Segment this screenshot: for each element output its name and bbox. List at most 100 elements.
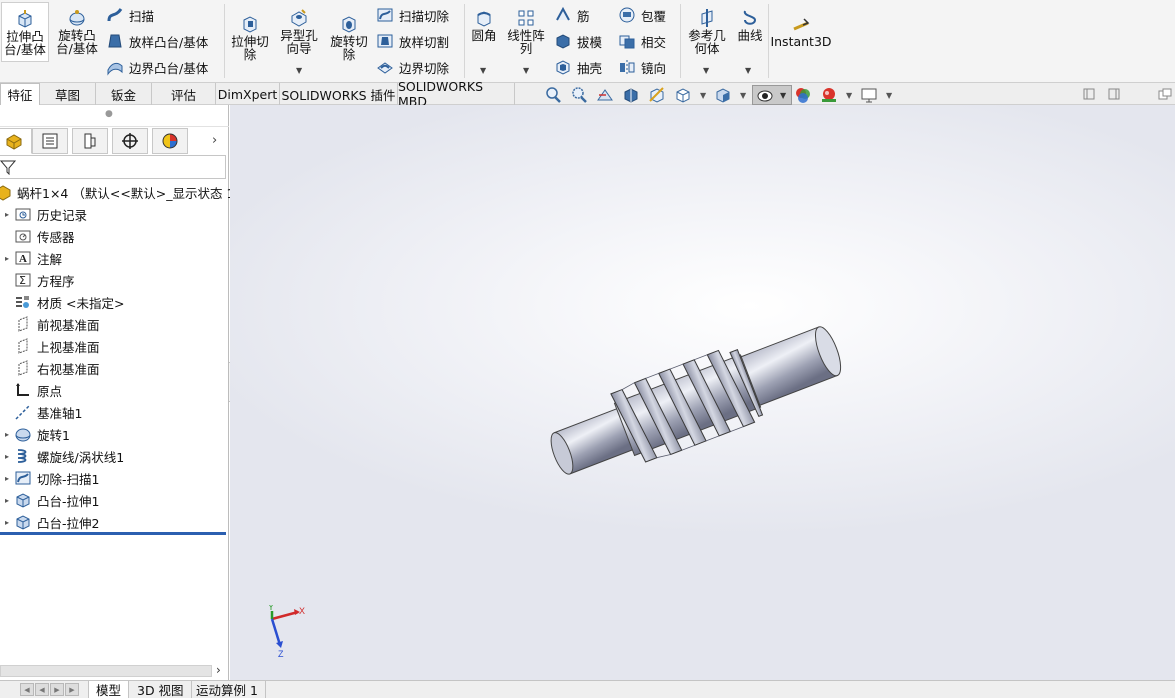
tab-dimxpert-manager[interactable]	[112, 128, 148, 154]
feature-filter-row[interactable]	[0, 155, 226, 179]
boundary-boss-button[interactable]: 边界凸台/基体	[106, 57, 208, 77]
swept-cut-button[interactable]: 扫描切除	[376, 5, 449, 25]
tab-dimxpert[interactable]: DimXpert	[216, 83, 280, 105]
apply-scene-dropdown[interactable]: ▼	[846, 91, 852, 100]
tree-root[interactable]: 蜗杆1×4 （默认<<默认>_显示状态 1>）	[0, 181, 257, 203]
first-tab-button[interactable]: ◀	[20, 683, 34, 696]
tree-item[interactable]: ▸ 凸台-拉伸2	[0, 511, 99, 533]
reference-geometry-dropdown[interactable]: ▼	[703, 66, 709, 75]
panel-grip[interactable]: ●	[0, 105, 229, 127]
hole-wizard-dropdown[interactable]: ▼	[296, 66, 302, 75]
mirror-button[interactable]: 镜向	[618, 57, 666, 77]
revolve-cut-button[interactable]: 旋转切 除	[327, 14, 371, 61]
expand-arrow-icon[interactable]: ▸	[0, 452, 14, 461]
filter-icon[interactable]	[0, 159, 16, 175]
tab-motion-study[interactable]: 运动算例 1	[189, 681, 266, 698]
tab-features[interactable]: 特征	[0, 83, 40, 105]
revolve-boss-button[interactable]: 旋转凸 台/基体	[52, 8, 102, 55]
bottom-tab-bar: ◀ ◀ ▶ ▶ 模型 3D 视图 运动算例 1	[0, 680, 1175, 698]
lofted-cut-button[interactable]: 放样切割	[376, 31, 449, 51]
view-orientation-dropdown[interactable]: ▼	[700, 91, 706, 100]
fillet-button[interactable]: 圆角	[468, 8, 500, 42]
tree-item[interactable]: 材质 <未指定>	[0, 291, 124, 313]
prev-tab-button[interactable]: ◀	[35, 683, 49, 696]
section-view-icon[interactable]	[622, 86, 640, 104]
tab-evaluate[interactable]: 评估	[152, 83, 216, 105]
next-tab-button[interactable]: ▶	[50, 683, 64, 696]
zoom-to-area-icon[interactable]	[570, 86, 588, 104]
graphics-area[interactable]: X Y Z	[230, 105, 1175, 680]
panel-horizontal-scrollbar[interactable]	[0, 665, 212, 677]
tree-item[interactable]: ▸ 旋转1	[0, 423, 70, 445]
edit-appearance-icon[interactable]	[794, 86, 812, 104]
loft-boss-button[interactable]: 放样凸台/基体	[106, 31, 208, 51]
tree-item[interactable]: 传感器	[0, 225, 75, 247]
expand-arrow-icon[interactable]: ▸	[0, 210, 14, 219]
reference-geometry-button[interactable]: 参考几 何体	[686, 8, 728, 55]
previous-view-icon[interactable]	[596, 86, 614, 104]
view-settings-dropdown[interactable]: ▼	[886, 91, 892, 100]
tab-feature-manager[interactable]	[0, 128, 32, 154]
fillet-dropdown[interactable]: ▼	[480, 66, 486, 75]
zoom-to-fit-icon[interactable]	[544, 86, 562, 104]
tree-item[interactable]: ▸ A 注解	[0, 247, 62, 269]
tree-item[interactable]: ▸ 螺旋线/涡状线1	[0, 445, 124, 467]
display-style-icon[interactable]	[714, 86, 732, 104]
tab-solidworks-addins[interactable]: SOLIDWORKS 插件	[280, 83, 398, 105]
expand-arrow-icon[interactable]: ▸	[0, 496, 14, 505]
hide-show-dropdown[interactable]: ▼	[780, 91, 786, 100]
instant3d-button[interactable]: Instant3D	[770, 14, 832, 49]
worm-gear-model	[550, 326, 842, 475]
boundary-cut-button[interactable]: 边界切除	[376, 57, 449, 77]
tree-item[interactable]: 原点	[0, 379, 62, 401]
view-orientation-icon[interactable]	[674, 86, 692, 104]
tab-sheet-metal[interactable]: 钣金	[96, 83, 152, 105]
dynamic-annotation-views-icon[interactable]	[648, 86, 666, 104]
tab-solidworks-mbd[interactable]: SOLIDWORKS MBD	[398, 79, 515, 109]
restore-right-icon[interactable]	[1108, 88, 1120, 100]
panel-tabs-more-icon[interactable]: ›	[212, 133, 217, 148]
rollback-bar[interactable]	[0, 532, 226, 535]
restore-left-icon[interactable]	[1083, 88, 1095, 100]
tab-configuration-manager[interactable]	[72, 128, 108, 154]
tree-item[interactable]: Σ 方程序	[0, 269, 75, 291]
rib-button[interactable]: 筋	[554, 5, 590, 25]
curves-button[interactable]: 曲线	[734, 8, 766, 42]
draft-button[interactable]: 拔模	[554, 31, 602, 51]
tree-item[interactable]: 基准轴1	[0, 401, 82, 423]
expand-arrow-icon[interactable]: ▸	[0, 254, 14, 263]
sweep-button[interactable]: 扫描	[106, 5, 154, 25]
instant3d-label: Instant3D	[770, 34, 832, 49]
intersect-button[interactable]: 相交	[618, 31, 666, 51]
tree-item[interactable]: 右视基准面	[0, 357, 100, 379]
hide-show-items-button[interactable]: ▼	[752, 85, 792, 105]
tab-model[interactable]: 模型	[88, 681, 130, 698]
linear-pattern-dropdown[interactable]: ▼	[523, 66, 529, 75]
linear-pattern-button[interactable]: 线性阵 列	[505, 8, 547, 55]
tab-3d-view[interactable]: 3D 视图	[130, 681, 192, 698]
curves-dropdown[interactable]: ▼	[745, 66, 751, 75]
shell-button[interactable]: 抽壳	[554, 57, 602, 77]
tree-item[interactable]: ▸ 切除-扫描1	[0, 467, 99, 489]
display-style-dropdown[interactable]: ▼	[740, 91, 746, 100]
apply-scene-icon[interactable]	[820, 86, 838, 104]
tree-item[interactable]: 上视基准面	[0, 335, 100, 357]
extrude-cut-button[interactable]: 拉伸切 除	[229, 14, 271, 61]
view-settings-icon[interactable]	[860, 86, 878, 104]
hole-wizard-button[interactable]: 异型孔 向导	[277, 8, 321, 55]
expand-arrow-icon[interactable]: ▸	[0, 474, 14, 483]
wrap-button[interactable]: 包覆	[618, 5, 666, 25]
y-axis-label: Y	[268, 605, 274, 612]
last-tab-button[interactable]: ▶	[65, 683, 79, 696]
scroll-right-arrow-icon[interactable]: ›	[216, 663, 221, 677]
tab-property-manager[interactable]	[32, 128, 68, 154]
tab-display-manager[interactable]	[152, 128, 188, 154]
tree-item[interactable]: ▸ 凸台-拉伸1	[0, 489, 99, 511]
expand-arrow-icon[interactable]: ▸	[0, 430, 14, 439]
tree-item[interactable]: ▸ 历史记录	[0, 203, 87, 225]
extrude-boss-button[interactable]: 拉伸凸 台/基体	[1, 2, 49, 62]
tab-sketch[interactable]: 草图	[40, 83, 96, 105]
window-tile-icon[interactable]	[1158, 88, 1172, 100]
expand-arrow-icon[interactable]: ▸	[0, 518, 14, 527]
tree-item[interactable]: 前视基准面	[0, 313, 100, 335]
